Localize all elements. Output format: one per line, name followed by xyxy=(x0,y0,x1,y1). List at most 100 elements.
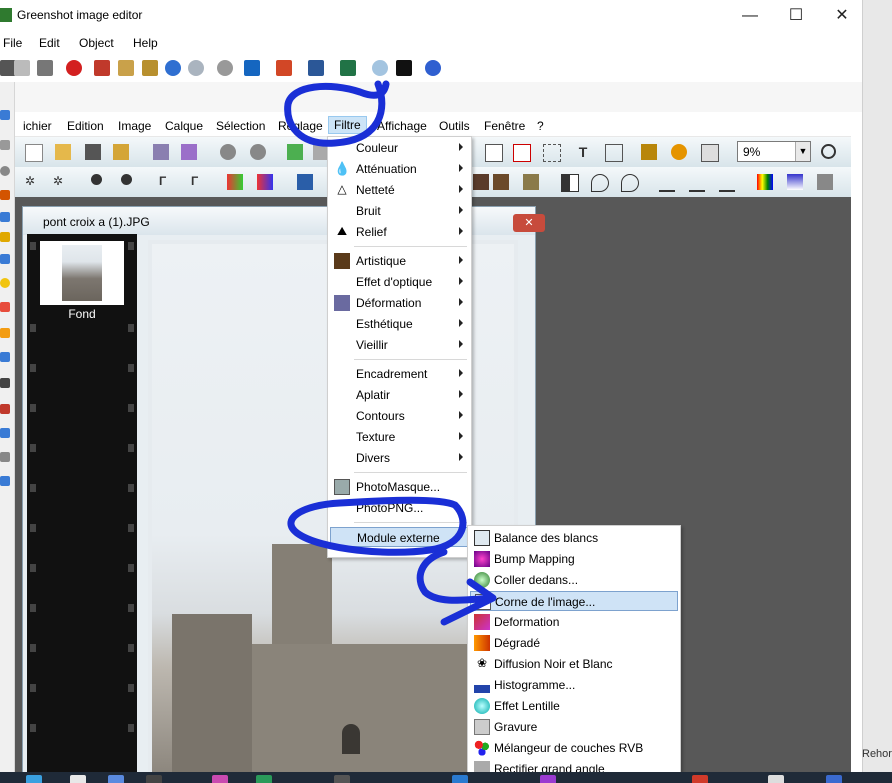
cut-icon[interactable] xyxy=(94,60,110,76)
menu-item-encadrement[interactable]: Encadrement xyxy=(330,364,469,384)
menu-item-relief[interactable]: ⛰ Relief xyxy=(330,222,469,242)
pf-menu-help[interactable]: ? xyxy=(537,119,544,133)
effects-icon[interactable] xyxy=(817,174,833,190)
submenu-item-bump-mapping[interactable]: Bump Mapping xyxy=(470,549,678,569)
zoom-select[interactable]: 9% ▼ xyxy=(737,141,811,162)
rectangle-tool-icon[interactable] xyxy=(0,140,10,150)
help-icon[interactable] xyxy=(425,60,441,76)
texture-icon[interactable] xyxy=(523,174,539,190)
menu-item-vieillir[interactable]: Vieillir xyxy=(330,335,469,355)
copy-icon[interactable] xyxy=(118,60,134,76)
submenu-item-deformation[interactable]: Deformation xyxy=(470,612,678,632)
taskbar-app-icon[interactable] xyxy=(334,775,350,783)
cursor-tool-icon[interactable] xyxy=(0,110,10,120)
blur-drop-icon[interactable] xyxy=(591,174,609,192)
menu-item-couleur[interactable]: Couleur xyxy=(330,138,469,158)
clipboard-icon[interactable] xyxy=(14,60,30,76)
scanner-icon[interactable] xyxy=(181,144,197,160)
pf-menu-edition[interactable]: Edition xyxy=(67,119,104,133)
gamma-plus-icon[interactable]: Γ xyxy=(191,174,207,190)
crop-tool-icon[interactable] xyxy=(0,378,10,388)
submenu-item-diffusion-nb[interactable]: ❀ Diffusion Noir et Blanc xyxy=(470,654,678,674)
pf-menu-image[interactable]: Image xyxy=(118,119,151,133)
document-close-button[interactable]: ✕ xyxy=(513,214,545,232)
taskbar-app-icon[interactable] xyxy=(692,775,708,783)
taskbar-app-icon[interactable] xyxy=(26,775,42,783)
pf-menu-selection[interactable]: Sélection xyxy=(216,119,265,133)
menu-item-attenuation[interactable]: 💧 Atténuation xyxy=(330,159,469,179)
taskbar-app-icon[interactable] xyxy=(70,775,86,783)
relief-icon[interactable] xyxy=(689,174,705,192)
brightness-minus-icon[interactable]: ✲ xyxy=(25,174,41,190)
chevron-down-icon[interactable]: ▼ xyxy=(795,142,810,161)
menu-help[interactable]: Help xyxy=(133,36,158,50)
menu-edit[interactable]: Edit xyxy=(39,36,60,50)
delete-icon[interactable] xyxy=(66,60,82,76)
taskbar-app-icon[interactable] xyxy=(768,775,784,783)
pf-menu-fichier[interactable]: ichier xyxy=(23,119,52,133)
text-tool-icon[interactable]: T xyxy=(575,144,591,160)
sharpen-drop-icon[interactable] xyxy=(621,174,639,192)
taskbar-app-icon[interactable] xyxy=(256,775,272,783)
menu-item-deformation[interactable]: Déformation xyxy=(330,293,469,313)
window-icon[interactable] xyxy=(701,144,719,162)
powerpoint-icon[interactable] xyxy=(276,60,292,76)
submenu-item-coller-dedans[interactable]: Coller dedans... xyxy=(470,570,678,590)
pf-menu-calque[interactable]: Calque xyxy=(165,119,203,133)
menu-item-texture[interactable]: Texture xyxy=(330,427,469,447)
menu-file[interactable]: File xyxy=(3,36,22,50)
counter-tool-icon[interactable] xyxy=(0,428,10,438)
border-tool-icon[interactable] xyxy=(0,452,10,462)
taskbar-app-icon[interactable] xyxy=(146,775,162,783)
image-tool-icon[interactable] xyxy=(0,352,10,362)
gamma-minus-icon[interactable]: Γ xyxy=(159,174,175,190)
pf-menu-outils[interactable]: Outils xyxy=(439,119,470,133)
submenu-item-effet-lentille[interactable]: Effet Lentille xyxy=(470,696,678,716)
highlight-tool-icon[interactable] xyxy=(0,302,10,312)
zoom-icon[interactable] xyxy=(821,144,836,159)
paste-image-icon[interactable] xyxy=(287,144,303,160)
pf-menu-filtre[interactable]: Filtre xyxy=(328,116,367,134)
gradient-icon[interactable] xyxy=(787,174,803,190)
taskbar-app-icon[interactable] xyxy=(212,775,228,783)
submenu-item-melangeur-rvb[interactable]: Mélangeur de couches RVB xyxy=(470,738,678,758)
crop-select-icon[interactable] xyxy=(513,144,531,162)
menu-object[interactable]: Object xyxy=(79,36,114,50)
maximize-button[interactable]: ☐ xyxy=(773,4,819,28)
resize-canvas-icon[interactable] xyxy=(605,144,623,162)
pf-menu-fenetre[interactable]: Fenêtre xyxy=(484,119,525,133)
pf-menu-reglage[interactable]: Réglage xyxy=(278,119,323,133)
contour-icon[interactable] xyxy=(719,174,735,192)
menu-item-contours[interactable]: Contours xyxy=(330,406,469,426)
redo-icon[interactable] xyxy=(188,60,204,76)
menu-item-photomasque[interactable]: PhotoMasque... xyxy=(330,477,469,497)
selection-icon[interactable] xyxy=(543,144,561,162)
close-button[interactable]: ✕ xyxy=(819,4,865,28)
submenu-item-degrade[interactable]: Dégradé xyxy=(470,633,678,653)
layer-thumbnail[interactable] xyxy=(40,241,124,305)
undo-icon[interactable] xyxy=(165,60,181,76)
saturation-minus-icon[interactable] xyxy=(227,174,243,190)
menu-item-artistique[interactable]: Artistique xyxy=(330,251,469,271)
minimize-button[interactable]: — xyxy=(727,4,773,28)
submenu-item-balance-blancs[interactable]: Balance des blancs xyxy=(470,528,678,548)
menu-item-aplatir[interactable]: Aplatir xyxy=(330,385,469,405)
tiles-icon[interactable] xyxy=(493,174,509,190)
line-tool-icon[interactable] xyxy=(0,190,10,200)
taskbar-app-icon[interactable] xyxy=(540,775,556,783)
menu-item-nettete[interactable]: △ Netteté xyxy=(330,180,469,200)
mosaic-icon[interactable] xyxy=(473,174,489,190)
info-icon[interactable] xyxy=(396,60,412,76)
new-file-icon[interactable] xyxy=(25,144,43,162)
submenu-item-histogramme[interactable]: Histogramme... xyxy=(470,675,678,695)
menu-item-divers[interactable]: Divers xyxy=(330,448,469,468)
stamp-tool-icon[interactable] xyxy=(0,404,10,414)
undo-arrow-icon[interactable] xyxy=(220,144,236,160)
print-icon[interactable] xyxy=(37,60,53,76)
word-icon[interactable] xyxy=(308,60,324,76)
submenu-item-corne-image[interactable]: Corne de l'image... xyxy=(470,591,678,611)
submenu-item-rectifier-grand-angle[interactable]: Rectifier grand angle xyxy=(470,759,678,773)
transform-icon[interactable] xyxy=(485,144,503,162)
resize-tool-icon[interactable] xyxy=(0,476,10,486)
outlook-icon[interactable] xyxy=(244,60,260,76)
